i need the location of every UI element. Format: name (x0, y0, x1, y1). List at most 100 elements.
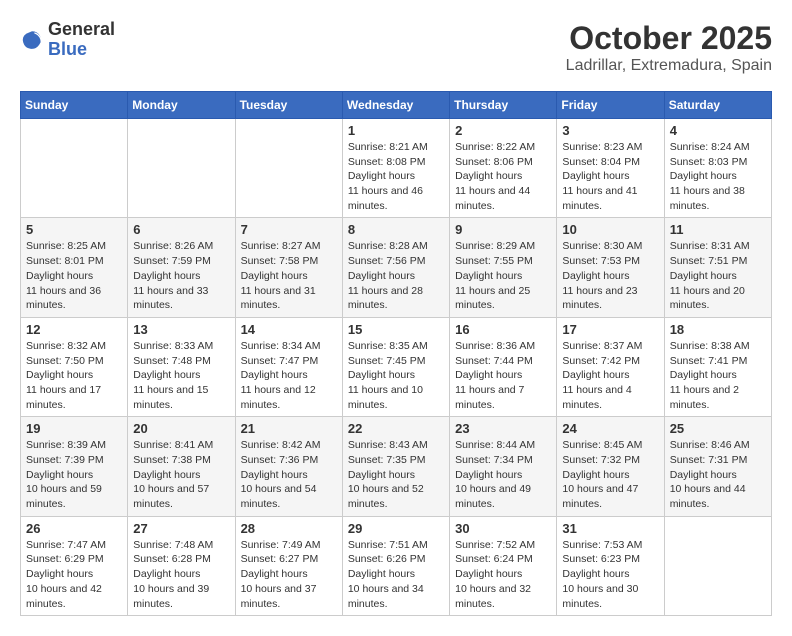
calendar-cell (21, 119, 128, 218)
calendar-cell: 24 Sunrise: 8:45 AMSunset: 7:32 PMDayligh… (557, 417, 664, 516)
day-info: Sunrise: 8:29 AMSunset: 7:55 PMDaylight … (455, 239, 551, 312)
day-number: 30 (455, 521, 551, 536)
day-info: Sunrise: 7:52 AMSunset: 6:24 PMDaylight … (455, 538, 551, 611)
weekday-header: Thursday (450, 92, 557, 119)
calendar-cell: 14 Sunrise: 8:34 AMSunset: 7:47 PMDayligh… (235, 317, 342, 416)
calendar-cell: 8 Sunrise: 8:28 AMSunset: 7:56 PMDaylight… (342, 218, 449, 317)
day-info: Sunrise: 8:33 AMSunset: 7:48 PMDaylight … (133, 339, 229, 412)
day-info: Sunrise: 8:21 AMSunset: 8:08 PMDaylight … (348, 140, 444, 213)
day-info: Sunrise: 8:34 AMSunset: 7:47 PMDaylight … (241, 339, 337, 412)
month-title: October 2025 (566, 20, 772, 57)
calendar-cell: 3Sunrise: 8:23 AMSunset: 8:04 PMDaylight… (557, 119, 664, 218)
day-number: 2 (455, 123, 551, 138)
weekday-header: Sunday (21, 92, 128, 119)
day-info: Sunrise: 7:53 AMSunset: 6:23 PMDaylight … (562, 538, 658, 611)
location: Ladrillar, Extremadura, Spain (566, 57, 772, 75)
day-number: 14 (241, 322, 337, 337)
day-number: 21 (241, 421, 337, 436)
calendar-cell: 31Sunrise: 7:53 AMSunset: 6:23 PMDayligh… (557, 516, 664, 615)
day-info: Sunrise: 8:32 AMSunset: 7:50 PMDaylight … (26, 339, 122, 412)
calendar-cell: 22 Sunrise: 8:43 AMSunset: 7:35 PMDayligh… (342, 417, 449, 516)
calendar-table: SundayMondayTuesdayWednesdayThursdayFrid… (20, 91, 772, 616)
calendar-week-row: 12 Sunrise: 8:32 AMSunset: 7:50 PMDayligh… (21, 317, 772, 416)
day-number: 11 (670, 222, 766, 237)
day-number: 8 (348, 222, 444, 237)
calendar-cell: 17 Sunrise: 8:37 AMSunset: 7:42 PMDayligh… (557, 317, 664, 416)
calendar-cell: 28Sunrise: 7:49 AMSunset: 6:27 PMDayligh… (235, 516, 342, 615)
weekday-header: Saturday (664, 92, 771, 119)
day-number: 3 (562, 123, 658, 138)
day-number: 19 (26, 421, 122, 436)
calendar-cell: 30 Sunrise: 7:52 AMSunset: 6:24 PMDayligh… (450, 516, 557, 615)
day-number: 20 (133, 421, 229, 436)
day-number: 18 (670, 322, 766, 337)
calendar-cell: 6 Sunrise: 8:26 AMSunset: 7:59 PMDaylight… (128, 218, 235, 317)
day-info: Sunrise: 8:22 AMSunset: 8:06 PMDaylight … (455, 140, 551, 213)
calendar-cell (664, 516, 771, 615)
day-number: 1 (348, 123, 444, 138)
day-number: 23 (455, 421, 551, 436)
calendar-cell: 1 Sunrise: 8:21 AMSunset: 8:08 PMDaylight… (342, 119, 449, 218)
day-info: Sunrise: 8:44 AMSunset: 7:34 PMDaylight … (455, 438, 551, 511)
day-number: 9 (455, 222, 551, 237)
day-info: Sunrise: 8:24 AMSunset: 8:03 PMDaylight … (670, 140, 766, 213)
page-header: General Blue October 2025 Ladrillar, Ext… (20, 20, 772, 75)
day-info: Sunrise: 8:43 AMSunset: 7:35 PMDaylight … (348, 438, 444, 511)
day-number: 15 (348, 322, 444, 337)
calendar-cell: 10Sunrise: 8:30 AMSunset: 7:53 PMDayligh… (557, 218, 664, 317)
day-info: Sunrise: 8:26 AMSunset: 7:59 PMDaylight … (133, 239, 229, 312)
calendar-cell: 7 Sunrise: 8:27 AMSunset: 7:58 PMDaylight… (235, 218, 342, 317)
calendar-cell: 25 Sunrise: 8:46 AMSunset: 7:31 PMDayligh… (664, 417, 771, 516)
calendar-cell (235, 119, 342, 218)
calendar-cell (128, 119, 235, 218)
day-info: Sunrise: 8:31 AMSunset: 7:51 PMDaylight … (670, 239, 766, 312)
day-info: Sunrise: 8:36 AMSunset: 7:44 PMDaylight … (455, 339, 551, 412)
day-info: Sunrise: 8:35 AMSunset: 7:45 PMDaylight … (348, 339, 444, 412)
day-number: 10 (562, 222, 658, 237)
day-info: Sunrise: 8:38 AMSunset: 7:41 PMDaylight … (670, 339, 766, 412)
calendar-cell: 13 Sunrise: 8:33 AMSunset: 7:48 PMDayligh… (128, 317, 235, 416)
day-info: Sunrise: 8:46 AMSunset: 7:31 PMDaylight … (670, 438, 766, 511)
day-number: 17 (562, 322, 658, 337)
calendar-week-row: 5Sunrise: 8:25 AMSunset: 8:01 PMDaylight… (21, 218, 772, 317)
logo-blue-text: Blue (48, 39, 87, 59)
logo-icon (20, 28, 44, 52)
day-info: Sunrise: 8:41 AMSunset: 7:38 PMDaylight … (133, 438, 229, 511)
weekday-header: Monday (128, 92, 235, 119)
calendar-week-row: 26Sunrise: 7:47 AMSunset: 6:29 PMDayligh… (21, 516, 772, 615)
calendar-header-row: SundayMondayTuesdayWednesdayThursdayFrid… (21, 92, 772, 119)
day-info: Sunrise: 8:37 AMSunset: 7:42 PMDaylight … (562, 339, 658, 412)
day-number: 13 (133, 322, 229, 337)
weekday-header: Tuesday (235, 92, 342, 119)
calendar-cell: 4Sunrise: 8:24 AMSunset: 8:03 PMDaylight… (664, 119, 771, 218)
calendar-cell: 26Sunrise: 7:47 AMSunset: 6:29 PMDayligh… (21, 516, 128, 615)
day-info: Sunrise: 8:45 AMSunset: 7:32 PMDaylight … (562, 438, 658, 511)
calendar-cell: 9 Sunrise: 8:29 AMSunset: 7:55 PMDaylight… (450, 218, 557, 317)
day-number: 25 (670, 421, 766, 436)
day-number: 6 (133, 222, 229, 237)
day-number: 5 (26, 222, 122, 237)
calendar-cell: 27Sunrise: 7:48 AMSunset: 6:28 PMDayligh… (128, 516, 235, 615)
calendar-cell: 23 Sunrise: 8:44 AMSunset: 7:34 PMDayligh… (450, 417, 557, 516)
day-number: 28 (241, 521, 337, 536)
logo-general-text: General (48, 19, 115, 39)
day-number: 24 (562, 421, 658, 436)
day-number: 29 (348, 521, 444, 536)
day-info: Sunrise: 7:51 AMSunset: 6:26 PMDaylight … (348, 538, 444, 611)
calendar-cell: 16 Sunrise: 8:36 AMSunset: 7:44 PMDayligh… (450, 317, 557, 416)
day-info: Sunrise: 8:28 AMSunset: 7:56 PMDaylight … (348, 239, 444, 312)
calendar-week-row: 1 Sunrise: 8:21 AMSunset: 8:08 PMDaylight… (21, 119, 772, 218)
day-number: 16 (455, 322, 551, 337)
title-block: October 2025 Ladrillar, Extremadura, Spa… (566, 20, 772, 75)
day-info: Sunrise: 8:27 AMSunset: 7:58 PMDaylight … (241, 239, 337, 312)
calendar-cell: 5Sunrise: 8:25 AMSunset: 8:01 PMDaylight… (21, 218, 128, 317)
day-number: 22 (348, 421, 444, 436)
calendar-cell: 29 Sunrise: 7:51 AMSunset: 6:26 PMDayligh… (342, 516, 449, 615)
calendar-cell: 2 Sunrise: 8:22 AMSunset: 8:06 PMDaylight… (450, 119, 557, 218)
calendar-cell: 12 Sunrise: 8:32 AMSunset: 7:50 PMDayligh… (21, 317, 128, 416)
day-number: 12 (26, 322, 122, 337)
calendar-cell: 20 Sunrise: 8:41 AMSunset: 7:38 PMDayligh… (128, 417, 235, 516)
calendar-cell: 21Sunrise: 8:42 AMSunset: 7:36 PMDayligh… (235, 417, 342, 516)
calendar-week-row: 19Sunrise: 8:39 AMSunset: 7:39 PMDayligh… (21, 417, 772, 516)
day-number: 7 (241, 222, 337, 237)
